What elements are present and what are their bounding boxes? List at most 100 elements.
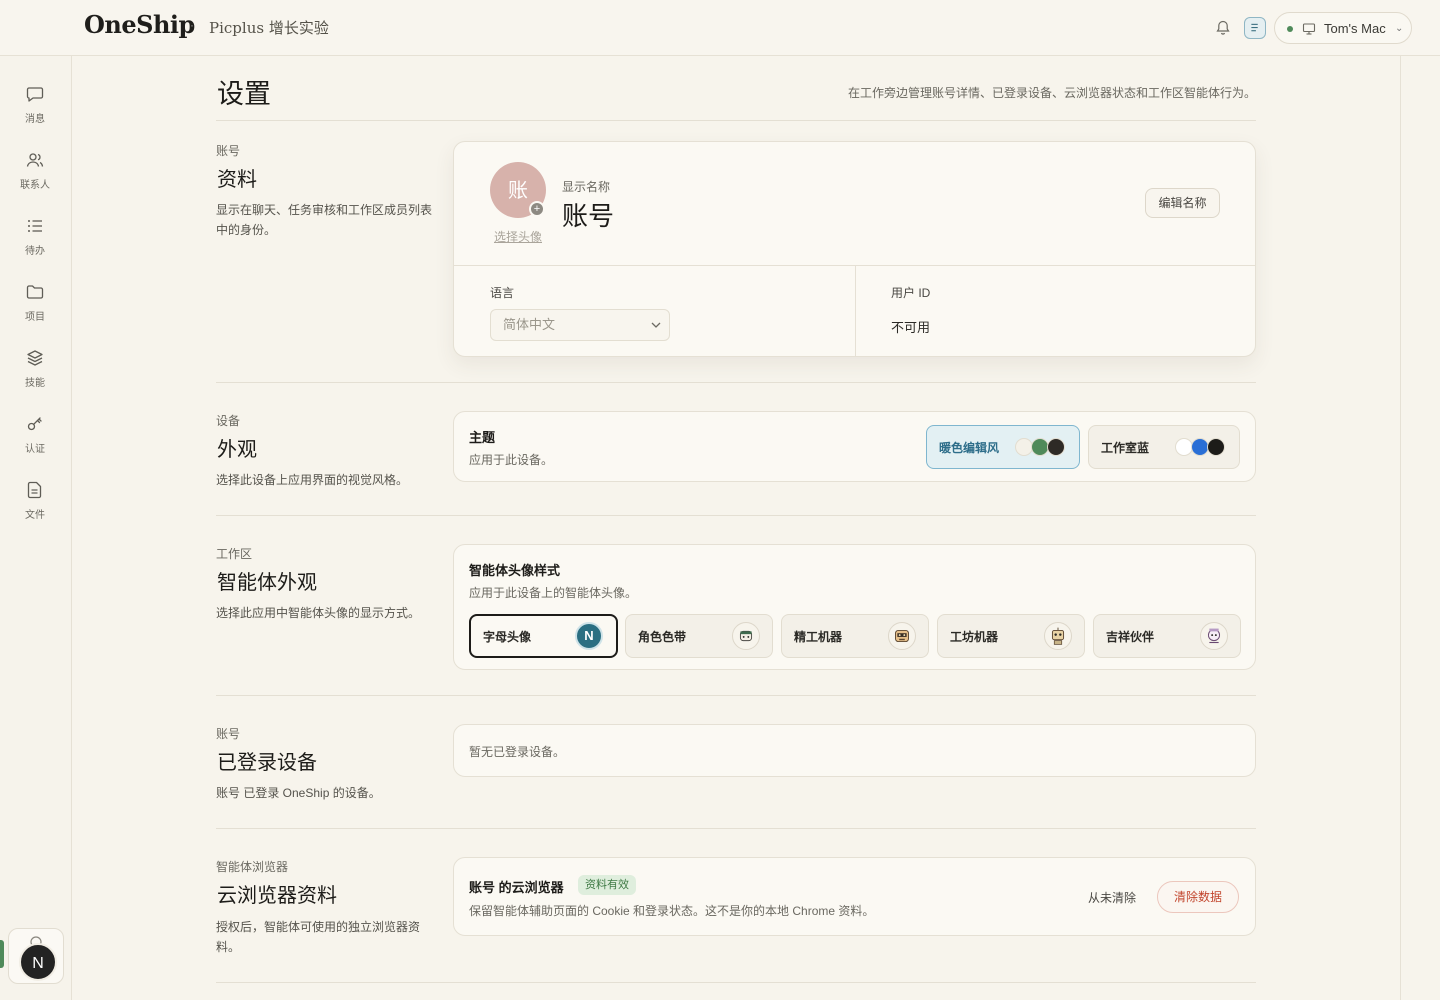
choose-avatar-link[interactable]: 选择头像 [490,228,546,245]
avatar-style-label: 字母头像 [483,630,532,644]
language-label: 语言 [490,286,515,300]
todo-list-icon [28,220,42,232]
machine-name: Tom's Mac [1324,21,1386,36]
crafted-robot-avatar-icon [888,622,916,650]
section-title: 外观 [217,437,257,461]
section-eyebrow: 智能体浏览器 [216,860,289,874]
section-title: 已登录设备 [217,750,317,774]
rail-label: 认证 [25,444,45,455]
user-avatar[interactable]: N [19,943,57,981]
display-name-label: 显示名称 [562,180,611,194]
chevron-down-icon: ⌄ [1395,23,1404,34]
rail-item-skills[interactable]: 技能 [0,348,72,404]
rail-item-contacts[interactable]: 联系人 [0,150,72,206]
chevron-down-icon [651,322,661,328]
top-bar: OneShip · Picplus 增长实验 Tom's Mac ⌄ [0,0,1440,56]
active-indicator [0,940,4,968]
divider [216,120,1256,121]
rail-item-auth[interactable]: 认证 [0,414,72,470]
layers-icon [27,350,43,366]
swatch-dark [1207,438,1225,456]
theme-option-label: 工作室蓝 [1101,441,1150,455]
page-description: 在工作旁边管理账号详情、已登录设备、云浏览器状态和工作区智能体行为。 [847,86,1256,100]
section-eyebrow: 工作区 [216,547,253,561]
folder-icon [26,285,44,299]
page-title: 设置 [217,79,271,110]
key-icon [27,417,42,431]
theme-option-studio-blue[interactable]: 工作室蓝 [1088,425,1240,469]
rail-item-files[interactable]: 文件 [0,480,72,536]
divider [855,266,856,356]
user-id-value: 不可用 [891,320,931,335]
theme-card: 主题 应用于此设备。 暖色编辑风 工作室蓝 [453,411,1256,482]
avatar-style-letter[interactable]: 字母头像 N [469,614,618,658]
machine-selector[interactable]: Tom's Mac ⌄ [1274,12,1412,44]
clear-data-button[interactable]: 清除数据 [1157,881,1239,913]
user-id-label: 用户 ID [891,286,931,300]
divider [216,982,1256,983]
avatar-style-label: 吉祥伙伴 [1106,630,1155,644]
rail-label: 待办 [25,246,45,257]
theme-option-warm-editorial[interactable]: 暖色编辑风 [926,425,1080,469]
theme-description: 应用于此设备。 [469,453,554,467]
language-value: 简体中文 [503,317,556,332]
right-divider [1400,56,1401,1000]
online-status-dot [1287,26,1293,32]
avatar-style-workshop-robot[interactable]: 工坊机器 [937,614,1085,658]
rail-item-todo[interactable]: 待办 [0,216,72,272]
section-title: 智能体外观 [217,570,317,594]
section-title: 资料 [217,167,257,191]
avatar-style-label: 工坊机器 [950,630,999,644]
display-name: 账号 [562,202,615,232]
theme-label: 主题 [469,430,496,445]
agent-avatar-style-label: 智能体头像样式 [469,563,561,578]
last-cleared-status: 从未清除 [1088,891,1137,905]
avatar-style-label: 精工机器 [794,630,843,644]
role-band-avatar-icon [732,622,760,650]
document-icon[interactable] [1244,17,1266,39]
avatar-style-role-band[interactable]: 角色色带 [625,614,773,658]
section-description: 账号 已登录 OneShip 的设备。 [216,786,381,800]
monitor-icon [1302,23,1316,35]
rail-label: 文件 [25,510,45,521]
swatch-dark [1047,438,1065,456]
theme-option-label: 暖色编辑风 [939,441,1000,455]
file-icon [27,481,42,499]
rail-label: 消息 [25,114,45,125]
divider [216,695,1256,696]
section-eyebrow: 设备 [216,414,241,428]
section-description: 选择此应用中智能体头像的显示方式。 [216,606,421,620]
cloud-browser-title: 账号 的云浏览器 [469,880,564,895]
cloud-browser-card: 账号 的云浏览器 资料有效 保留智能体辅助页面的 Cookie 和登录状态。这不… [453,857,1256,936]
add-avatar-icon[interactable]: + [529,201,545,217]
contacts-icon [26,153,44,167]
agent-avatar-card: 智能体头像样式 应用于此设备上的智能体头像。 字母头像 N 角色色带 精工机器 … [453,544,1256,670]
avatar-style-label: 角色色带 [638,630,687,644]
rail-item-projects[interactable]: 项目 [0,282,72,338]
brand-logo[interactable]: OneShip [84,10,195,39]
section-description: 授权后，智能体可使用的独立浏览器资料。 [216,920,421,954]
workshop-robot-avatar-icon [1044,622,1072,650]
devices-empty-state: 暂无已登录设备。 [469,745,566,759]
devices-card: 暂无已登录设备。 [453,724,1256,777]
avatar-style-mascot[interactable]: 吉祥伙伴 [1093,614,1241,658]
divider [216,382,1256,383]
rail-label: 项目 [25,312,45,323]
status-badge: 资料有效 [578,875,636,895]
user-menu[interactable]: N [8,928,64,984]
section-description: 显示在聊天、任务审核和工作区成员列表中的身份。 [216,203,433,237]
left-rail: 消息 联系人 待办 项目 技能 认证 文件 [0,56,72,1000]
agent-avatar-style-description: 应用于此设备上的智能体头像。 [469,586,638,600]
edit-name-button[interactable]: 编辑名称 [1145,188,1220,218]
profile-card: 账 + 选择头像 显示名称 账号 编辑名称 语言 简体中文 用户 ID 不可用 [453,141,1256,357]
cloud-browser-description: 保留智能体辅助页面的 Cookie 和登录状态。这不是你的本地 Chrome 资… [469,904,875,918]
workspace-name[interactable]: Picplus 增长实验 [209,17,329,38]
rail-item-messages[interactable]: 消息 [0,84,72,140]
section-eyebrow: 账号 [216,727,241,741]
language-select[interactable]: 简体中文 [490,309,670,341]
rail-label: 技能 [25,378,45,389]
bell-icon[interactable] [1214,19,1232,37]
avatar-style-crafted-robot[interactable]: 精工机器 [781,614,929,658]
section-description: 选择此设备上应用界面的视觉风格。 [216,473,409,487]
section-eyebrow: 账号 [216,144,241,158]
